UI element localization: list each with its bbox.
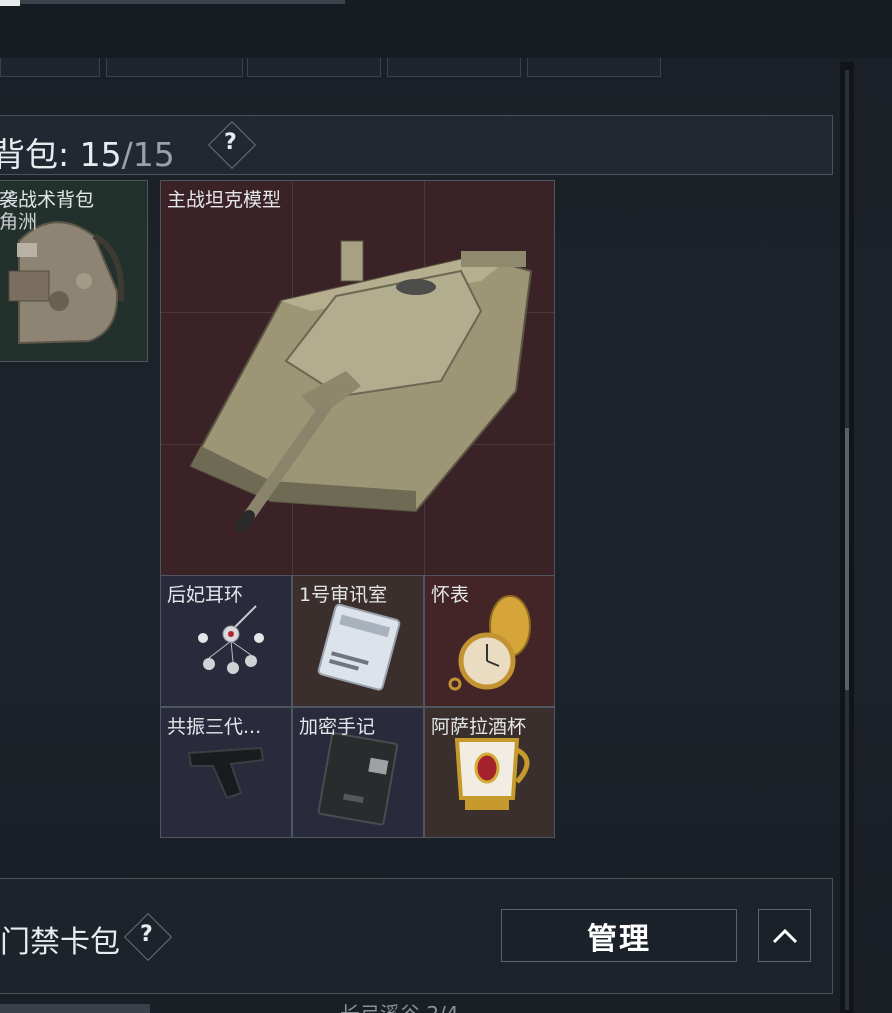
collapse-button[interactable] (758, 909, 811, 962)
inventory-item-pocket-watch[interactable]: 怀表 (424, 575, 555, 707)
inventory-item-tank-model[interactable]: 主战坦克模型 (160, 180, 555, 576)
inventory-item-encrypted-notes[interactable]: 加密手记 (292, 707, 424, 838)
scrollbar-thumb[interactable] (845, 428, 849, 690)
chevron-up-icon (772, 928, 797, 943)
top-bar (0, 0, 892, 58)
item-label: 怀表 (431, 584, 470, 606)
top-divider (20, 0, 345, 4)
slot-tab[interactable] (106, 58, 243, 77)
item-label: 加密手记 (299, 716, 376, 738)
inventory-item-consort-earring[interactable]: 后妃耳环 (160, 575, 292, 707)
item-label: 后妃耳环 (167, 584, 244, 606)
item-label: 1号审讯室 (299, 584, 388, 606)
backpack-count-separator: / (121, 135, 133, 174)
slot-tab[interactable] (387, 58, 521, 77)
inventory-item-interrogation-room-1[interactable]: 1号审讯室 (292, 575, 424, 707)
next-section-title: 长弓溪谷 2/4 (340, 998, 459, 1013)
inventory-item-resonator[interactable]: 共振三代... (160, 707, 292, 838)
backpack-title-prefix: 背包: (0, 135, 70, 174)
item-label: 阿萨拉酒杯 (431, 716, 527, 738)
backpack-title: 背包: 15/15 (0, 128, 175, 176)
manage-button[interactable]: 管理 (501, 909, 737, 962)
next-section-peek (0, 1004, 150, 1013)
backpack-count-max: 15 (132, 135, 175, 174)
keycard-section-title: 门禁卡包 (0, 925, 120, 960)
backpack-count-current: 15 (79, 135, 122, 174)
slot-tab[interactable] (527, 58, 661, 77)
item-label: 共振三代... (167, 716, 262, 738)
slot-tab[interactable] (0, 58, 100, 77)
item-label: 主战坦克模型 (167, 189, 282, 211)
keycard-help-icon: ? (140, 922, 153, 947)
tank-model-icon (189, 240, 533, 533)
slot-tab[interactable] (247, 58, 381, 77)
equipped-backpack-slot[interactable]: 袭战术背包 角洲 (0, 180, 148, 362)
top-accent (0, 0, 20, 6)
equipped-backpack-label-2: 角洲 (0, 211, 38, 233)
backpack-help-icon: ? (224, 130, 237, 155)
inventory-item-asala-cup[interactable]: 阿萨拉酒杯 (424, 707, 555, 838)
